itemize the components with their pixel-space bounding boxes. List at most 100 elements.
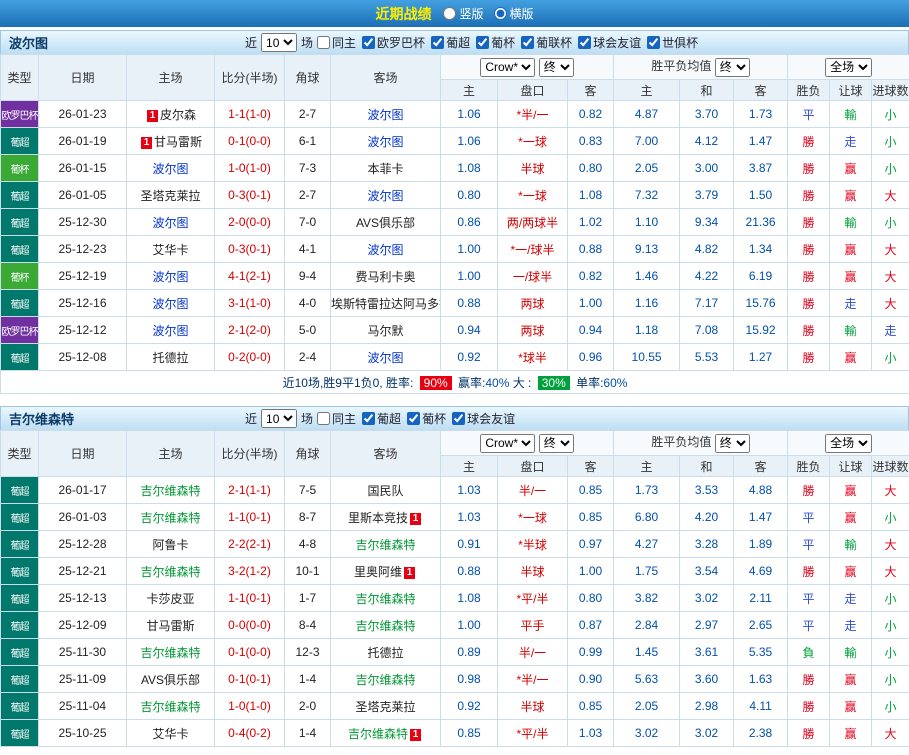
avg-stage-select[interactable]: 终 [714, 57, 750, 77]
filter-checkbox[interactable]: 葡超 [431, 34, 470, 51]
home-team-link[interactable]: 波尔图 [152, 270, 188, 284]
away-odds: 0.88 [566, 235, 615, 263]
home-team-link[interactable]: 波尔图 [152, 162, 188, 176]
away-team-link[interactable]: 圣塔克莱拉 [355, 700, 415, 714]
filter-checkbox-input[interactable] [476, 36, 490, 49]
match-date: 25-12-28 [38, 530, 127, 558]
filter-checkbox[interactable]: 同主 [317, 410, 356, 427]
handicap-rate-value: 40% [485, 375, 510, 390]
home-odds: 0.88 [440, 289, 498, 317]
home-team-link[interactable]: 阿鲁卡 [152, 538, 188, 552]
match-result: 勝 [787, 692, 831, 720]
filter-checkbox[interactable]: 同主 [317, 34, 356, 51]
odds-header: Crow* 终 [439, 54, 615, 80]
away-team-link[interactable]: 吉尔维森特 [355, 538, 415, 552]
away-team-link[interactable]: 波尔图 [367, 135, 403, 149]
handicap-result: 赢 [829, 343, 873, 371]
away-team-link[interactable]: 波尔图 [367, 108, 403, 122]
handicap-result: 赢 [829, 476, 873, 504]
away-team-link[interactable]: 吉尔维森特 [355, 592, 415, 606]
match-count-select[interactable]: 10 [261, 33, 298, 52]
away-team-link[interactable]: 里斯本竞技 [348, 511, 408, 525]
odds-stage-select[interactable]: 终 [538, 433, 574, 453]
away-team-link[interactable]: 波尔图 [367, 189, 403, 203]
layout-radio-horizontal[interactable]: 横版 [493, 5, 534, 22]
away-team-link[interactable]: 马尔默 [367, 324, 403, 338]
filter-checkbox-input[interactable] [407, 412, 421, 425]
away-team-link[interactable]: 埃斯特雷拉达阿马多拉 [332, 297, 440, 311]
filter-checkbox[interactable]: 球会友谊 [578, 34, 641, 51]
score: 0-4(0-2) [214, 719, 285, 747]
home-team-link[interactable]: 圣塔克莱拉 [140, 189, 200, 203]
scope-select[interactable]: 全场 [825, 433, 873, 453]
bookmaker-select[interactable]: Crow* [480, 433, 536, 453]
home-team-link[interactable]: 皮尔森 [160, 108, 196, 122]
radio-input[interactable] [493, 7, 507, 20]
filter-checkbox-input[interactable] [521, 36, 535, 49]
filter-checkbox[interactable]: 葡联杯 [521, 34, 572, 51]
scope-select[interactable]: 全场 [825, 57, 873, 77]
away-team-link[interactable]: 吉尔维森特 [355, 619, 415, 633]
avg-stage-select[interactable]: 终 [714, 433, 750, 453]
radio-input[interactable] [443, 7, 457, 20]
home-odds: 1.00 [440, 611, 498, 639]
filter-checkbox-input[interactable] [317, 36, 331, 49]
away-team-link[interactable]: 波尔图 [367, 243, 403, 257]
layout-radio-vertical[interactable]: 竖版 [443, 5, 484, 22]
goals-result: 大 [871, 235, 909, 263]
away-team-link[interactable]: 国民队 [367, 484, 403, 498]
home-team-link[interactable]: 波尔图 [152, 297, 188, 311]
home-team-link[interactable]: 吉尔维森特 [140, 511, 200, 525]
avg-home-odds: 9.13 [613, 235, 681, 263]
away-team-link[interactable]: 托德拉 [367, 646, 403, 660]
away-team-link[interactable]: 费马利卡奥 [355, 270, 415, 284]
match-row: 葡超 25-11-30 吉尔维森特 0-1(0-0) 12-3 托德拉 0.89 半/一 0.9… [0, 638, 909, 666]
home-team-link[interactable]: 甘马雷斯 [146, 619, 194, 633]
away-team-link[interactable]: 波尔图 [367, 351, 403, 365]
avg-home-odds: 1.75 [613, 557, 681, 585]
filter-checkbox[interactable]: 葡超 [362, 410, 401, 427]
away-team-link[interactable]: 吉尔维森特 [355, 673, 415, 687]
away-team-link[interactable]: AVS俱乐部 [356, 216, 415, 230]
home-team-link[interactable]: 吉尔维森特 [140, 646, 200, 660]
filter-checkbox[interactable]: 世俱杯 [647, 34, 698, 51]
home-team-link[interactable]: 吉尔维森特 [140, 565, 200, 579]
home-team-link[interactable]: 吉尔维森特 [140, 700, 200, 714]
home-team-link[interactable]: 波尔图 [152, 216, 188, 230]
handicap: *半球 [497, 530, 568, 558]
filter-checkbox-input[interactable] [431, 36, 445, 49]
home-team-link[interactable]: 卡莎皮亚 [146, 592, 194, 606]
filter-checkbox-input[interactable] [452, 412, 466, 425]
home-team-link[interactable]: AVS俱乐部 [141, 673, 200, 687]
filter-checkbox-input[interactable] [578, 36, 592, 49]
corner-count: 12-3 [284, 638, 331, 666]
away-team-link[interactable]: 本菲卡 [367, 162, 403, 176]
home-team-link[interactable]: 吉尔维森特 [140, 484, 200, 498]
odds-stage-select[interactable]: 终 [538, 57, 574, 77]
corner-count: 7-5 [284, 476, 331, 504]
filter-checkbox[interactable]: 葡杯 [407, 410, 446, 427]
filter-checkbox-input[interactable] [317, 412, 331, 425]
home-team-link[interactable]: 托德拉 [152, 351, 188, 365]
avg-away-odds: 1.63 [733, 665, 789, 693]
match-count-select[interactable]: 10 [261, 409, 298, 428]
home-team-link[interactable]: 艾华卡 [152, 243, 188, 257]
away-team-link[interactable]: 里奥阿维 [354, 565, 402, 579]
filter-checkbox-input[interactable] [647, 36, 661, 49]
col-date: 日期 [38, 430, 127, 477]
filter-checkbox[interactable]: 欧罗巴杯 [362, 34, 425, 51]
bookmaker-select[interactable]: Crow* [480, 57, 536, 77]
radio-label: 横版 [509, 7, 534, 21]
home-odds: 1.06 [440, 100, 498, 128]
match-row: 葡超 25-12-23 艾华卡 0-3(0-1) 4-1 波尔图 1.00 *一/球半 0.88… [0, 235, 909, 263]
home-team-link[interactable]: 艾华卡 [152, 727, 188, 741]
home-team-link[interactable]: 波尔图 [152, 324, 188, 338]
filter-checkbox-input[interactable] [362, 36, 376, 49]
filter-checkbox-input[interactable] [362, 412, 376, 425]
avg-home-odds: 1.73 [613, 476, 681, 504]
away-team-link[interactable]: 吉尔维森特 [348, 727, 408, 741]
filter-checkbox[interactable]: 葡杯 [476, 34, 515, 51]
home-odds: 1.06 [440, 127, 498, 155]
home-team-link[interactable]: 甘马雷斯 [154, 135, 202, 149]
filter-checkbox[interactable]: 球会友谊 [452, 410, 515, 427]
